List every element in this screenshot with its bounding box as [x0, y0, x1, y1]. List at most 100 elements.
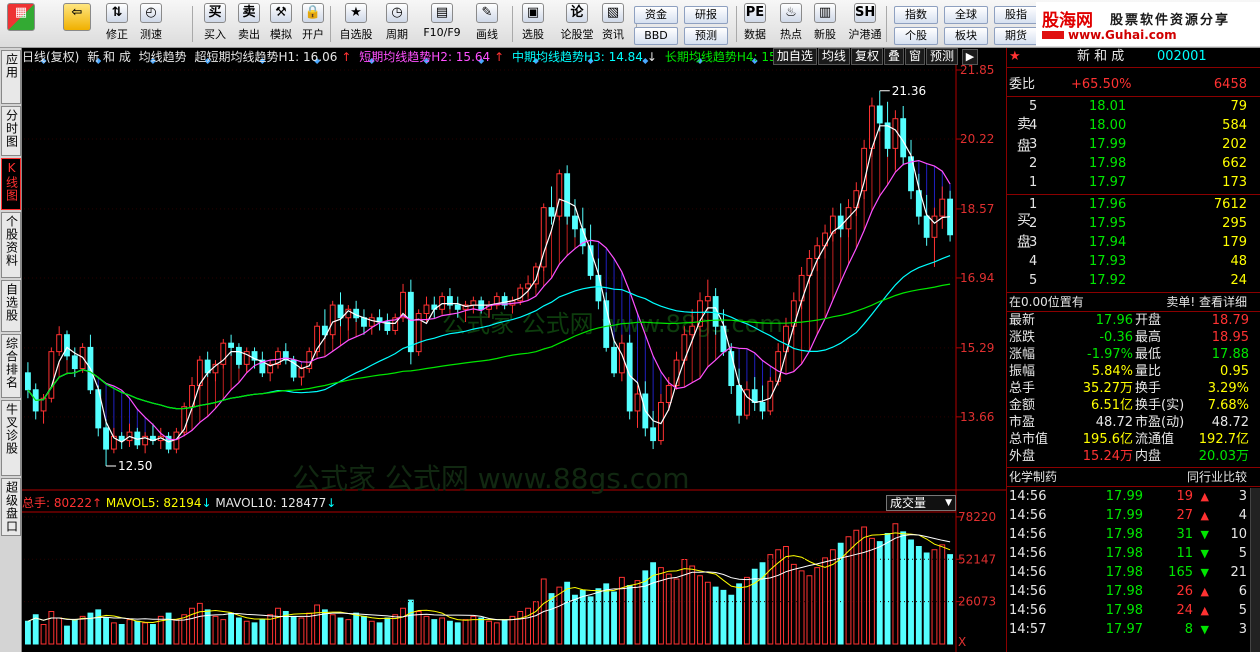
volume-bar	[423, 615, 430, 645]
left-tab-3[interactable]: 个股资料	[1, 212, 21, 278]
brand-url: www.Guhai.com	[1068, 28, 1177, 42]
toolbar-button-8[interactable]: ★ 自选股	[336, 3, 376, 45]
tick-volume: 24	[1176, 603, 1193, 618]
toolbar-button-15[interactable]: PE 数据	[740, 3, 770, 45]
toolbar-button-13[interactable]: 论论股堂	[560, 3, 594, 45]
volume-bar	[392, 614, 399, 645]
buy-price: 17.93	[1089, 254, 1127, 269]
toolbar-button-14[interactable]: ▧ 资讯	[598, 3, 628, 45]
industry-compare-link[interactable]: 同行业比较	[1187, 468, 1247, 486]
webi-value: +65.50%	[1071, 77, 1132, 92]
toolbar-small-button[interactable]: 个股	[894, 27, 938, 45]
toolbar-button-9[interactable]: ◷ 周期	[380, 3, 414, 45]
volume-bar	[259, 619, 266, 645]
chart-control-button[interactable]: 叠	[883, 48, 904, 65]
volume-bar	[720, 589, 727, 645]
buy-icon: 买	[204, 3, 226, 23]
toolbar-small-button[interactable]: 研报	[684, 6, 728, 24]
chart-control-button[interactable]: 窗	[904, 48, 925, 65]
left-tab-6[interactable]: 牛叉诊股	[1, 400, 21, 476]
left-tab-7[interactable]: 超级盘口	[1, 478, 21, 536]
tick-volume: 165	[1168, 565, 1193, 580]
chart-menu-arrow-icon[interactable]: ▶	[962, 49, 978, 65]
chart-control-button[interactable]: 复权	[850, 48, 883, 65]
tick-scrollbar[interactable]	[1250, 488, 1260, 652]
toolbar-small-button[interactable]: 全球	[944, 6, 988, 24]
left-tab-0[interactable]: 应用	[1, 50, 21, 104]
stat-row: 市盈 48.72 市盈(动) 48.72	[1007, 414, 1260, 432]
toolbar-small-button[interactable]: 板块	[944, 27, 988, 45]
left-tab-5[interactable]: 综合排名	[1, 334, 21, 398]
candle-body	[470, 300, 477, 306]
volume-bar	[665, 573, 672, 645]
volume-unit-label: X	[958, 635, 966, 649]
toolbar-button-1[interactable]: ⇦	[60, 3, 94, 45]
buy-price: 17.92	[1089, 273, 1127, 288]
position-row: 在0.00位置有 卖单! 查看详细	[1007, 293, 1260, 311]
toolbar-button-12[interactable]: ▣ 选股	[514, 3, 552, 45]
toolbar-button-4[interactable]: 买买入	[200, 3, 230, 45]
candle-body	[407, 291, 414, 353]
toolbar-small-button[interactable]: 预测	[684, 27, 728, 45]
chart-control-button[interactable]: 预测	[925, 48, 958, 65]
toolbar-separator	[512, 6, 513, 42]
volume-bar	[798, 570, 805, 645]
industry-row: 化学制药 同行业比较	[1007, 468, 1260, 486]
left-tab-4[interactable]: 自选股	[1, 280, 21, 332]
toolbar-button-label: 选股	[522, 28, 544, 41]
buy-level-row: 4 17.93 48	[1007, 253, 1260, 271]
kline-chart-svg[interactable]: 公式家 公式网 www.88gs.com公式家 公式网 www.88gs.com…	[22, 48, 1006, 652]
forum-icon: 论	[566, 3, 588, 23]
chart-control-button[interactable]: 加自选	[772, 48, 817, 65]
stock-terminal-window: { "toolbar": { "buttons": [ {"label": ""…	[0, 0, 1260, 652]
period-label[interactable]: 日线(复权)	[22, 50, 79, 64]
toolbar-small-button[interactable]: 指数	[894, 6, 938, 24]
detail-link[interactable]: 卖单! 查看详细	[1166, 293, 1247, 311]
stat-value: 6.51亿	[1091, 398, 1133, 413]
toolbar-button-3[interactable]: ◴ 测速	[134, 3, 168, 45]
toolbar-button-label: 画线	[476, 28, 498, 41]
chart-control-button[interactable]: 均线	[817, 48, 850, 65]
buy-volume: 179	[1222, 235, 1247, 250]
mavol10-value: MAVOL10: 128477	[215, 496, 327, 510]
stock-name: 新 和 成	[87, 50, 131, 64]
left-tab-2[interactable]: K线图	[1, 158, 21, 210]
tick-count: 10	[1230, 527, 1247, 542]
volume-bar	[228, 612, 235, 645]
candle-body	[876, 105, 883, 124]
left-tab-label: 分时图	[4, 109, 19, 148]
period-icon: ◷	[386, 3, 408, 23]
toolbar-separator	[330, 6, 331, 42]
toolbar-button-17[interactable]: ▥ 新股	[808, 3, 842, 45]
up-arrow-icon: ▲	[1200, 490, 1209, 503]
price-axis-label: 13.66	[960, 410, 994, 424]
toolbar-button-18[interactable]: SH 沪港通	[846, 3, 884, 45]
left-tab-label: 应用	[4, 53, 19, 79]
toolbar-button-6[interactable]: ⚒ 模拟	[266, 3, 296, 45]
toolbar-button-5[interactable]: 卖卖出	[234, 3, 264, 45]
news-icon: ▧	[602, 3, 624, 23]
volume-bar	[407, 599, 414, 645]
toolbar-button-16[interactable]: ♨ 热点	[776, 3, 806, 45]
left-tab-1[interactable]: 分时图	[1, 106, 21, 156]
candle-body	[235, 346, 242, 365]
stat-key: 换手	[1135, 381, 1162, 396]
toolbar-small-button[interactable]: BBD	[634, 27, 678, 45]
ma-fast-line	[27, 125, 951, 443]
toolbar-button-2[interactable]: ⇅ 修正	[100, 3, 134, 45]
volume-bar	[353, 612, 360, 645]
star-icon[interactable]: ★	[1009, 48, 1021, 66]
toolbar-button-0[interactable]: ▦	[4, 3, 38, 45]
volume-bar	[376, 622, 383, 645]
toolbar-small-button[interactable]: 期货	[994, 27, 1038, 45]
volume-bar	[48, 611, 55, 645]
stat-key: 最新	[1009, 313, 1036, 328]
toolbar-small-button[interactable]: 资金	[634, 6, 678, 24]
toolbar-small-button[interactable]: 股指	[994, 6, 1038, 24]
volume-bar	[306, 612, 313, 645]
toolbar-button-7[interactable]: 🔒 开户	[298, 3, 328, 45]
indicator-name[interactable]: 均线趋势	[139, 50, 187, 64]
toolbar-button-11[interactable]: ✎ 画线	[468, 3, 506, 45]
volume-indicator-select[interactable]: 成交量 ▼	[886, 495, 956, 511]
toolbar-button-10[interactable]: ▤ F10/F9	[420, 3, 464, 45]
